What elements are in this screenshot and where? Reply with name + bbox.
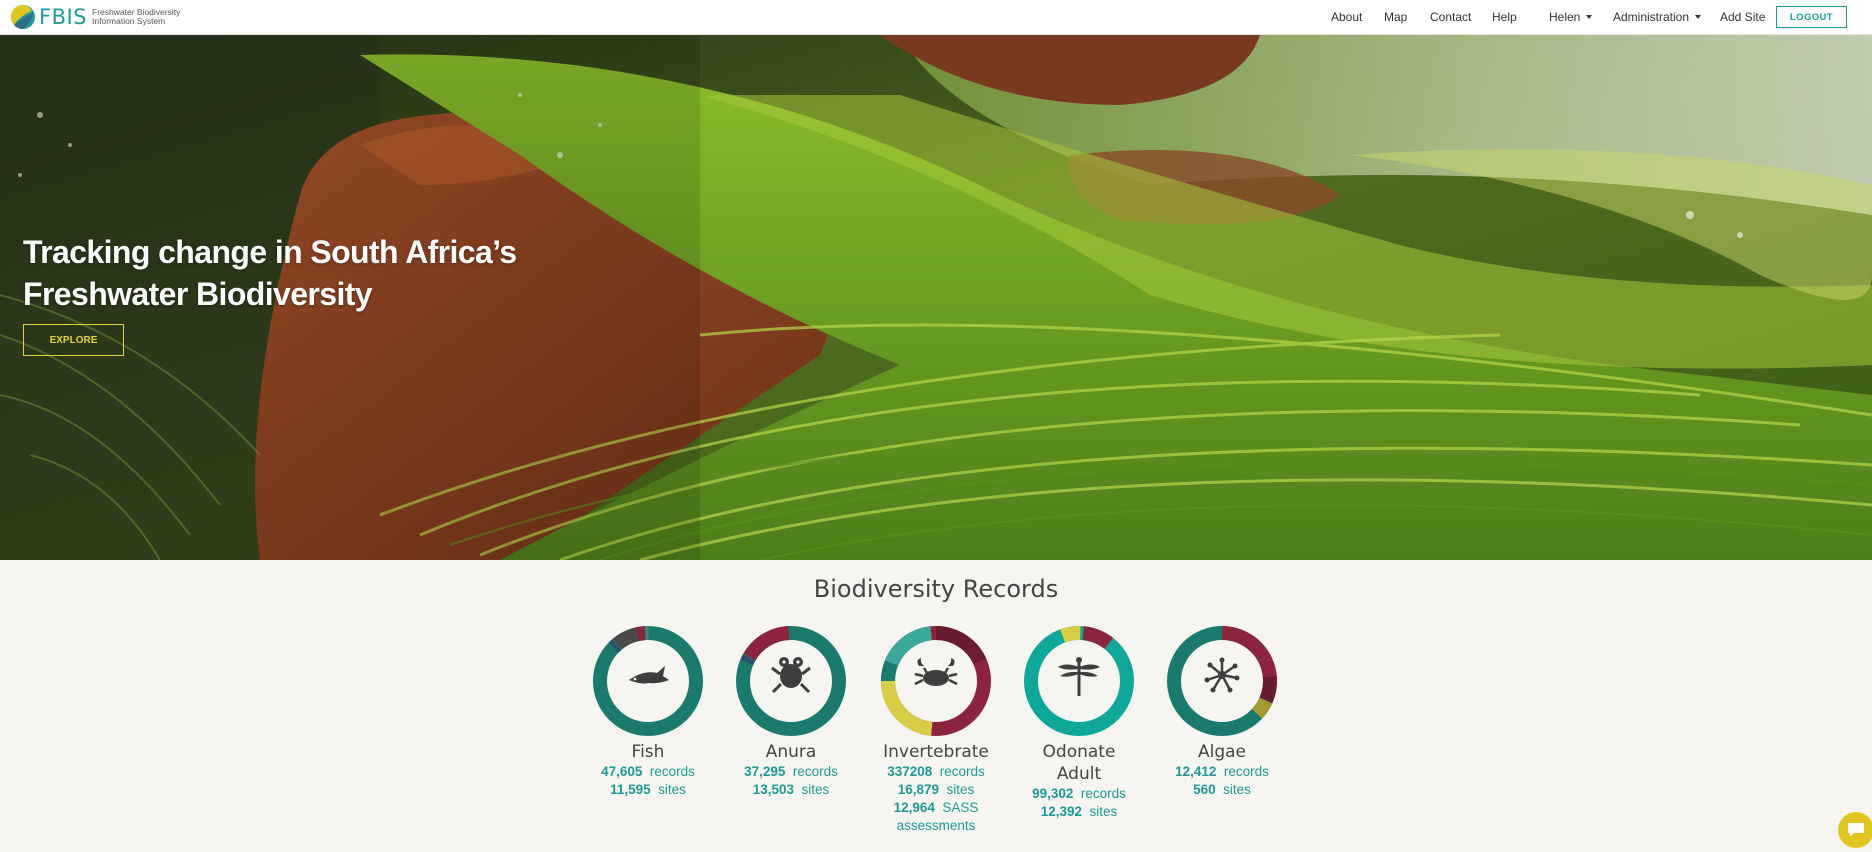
stat-card-name: Invertebrate: [883, 742, 989, 762]
nav-help[interactable]: Help: [1492, 10, 1517, 24]
records-count: 12,412: [1175, 764, 1217, 779]
records-label: records: [1223, 764, 1269, 779]
brand-acronym: FBIS: [39, 5, 88, 29]
records-count: 337208: [887, 764, 933, 779]
stat-card-fish[interactable]: Fish 47,605 records 11,595 sites: [583, 625, 713, 799]
sites-count: 13,503: [752, 782, 794, 797]
stat-card-odonate-adult[interactable]: Odonate Adult 99,302 records 12,392 site…: [1014, 625, 1144, 821]
fish-icon: [629, 666, 669, 684]
nav-about[interactable]: About: [1331, 10, 1362, 24]
records-label: records: [1080, 786, 1126, 801]
sites-label: sites: [1223, 782, 1251, 797]
sites-label: sites: [1089, 804, 1118, 819]
stat-card-name-line-2: Adult: [1056, 764, 1102, 784]
sites-label: sites: [658, 782, 686, 797]
nav-add-site[interactable]: Add Site: [1720, 10, 1765, 24]
records-label: records: [792, 764, 838, 779]
chat-widget-button[interactable]: [1838, 812, 1872, 848]
brand-full-name: Freshwater Biodiversity Information Syst…: [92, 8, 180, 26]
hero-title-line-1: Tracking change in South Africa’s: [23, 234, 517, 270]
records-count: 47,605: [601, 764, 643, 779]
stat-card-invertebrate[interactable]: Invertebrate 337208 records 16,879 sites…: [871, 625, 1001, 835]
hero-title: Tracking change in South Africa’s Freshw…: [23, 231, 543, 315]
hero-title-line-2: Freshwater Biodiversity: [23, 276, 373, 312]
sass-label: SASS: [942, 800, 979, 815]
nav-contact[interactable]: Contact: [1430, 10, 1471, 24]
records-stat: 99,302 records: [1014, 785, 1144, 803]
sites-stat: 13,503 sites: [726, 781, 856, 799]
records-stat: 37,295 records: [726, 763, 856, 781]
sites-stat: 11,595 sites: [583, 781, 713, 799]
sass-assessments-label: assessments: [896, 818, 976, 833]
stat-card-name: Odonate Adult: [1014, 741, 1144, 785]
sites-stat: 560 sites: [1157, 781, 1287, 799]
nav-administration-label: Administration: [1613, 10, 1690, 24]
sites-count: 11,595: [610, 782, 651, 797]
sites-count: 16,879: [897, 782, 939, 797]
records-count: 99,302: [1032, 786, 1074, 801]
stat-card-algae[interactable]: Algae 12,412 records 560 sites: [1157, 625, 1287, 799]
crab-icon: [914, 658, 958, 686]
nav-administration-menu[interactable]: Administration: [1613, 10, 1702, 24]
brand-logo[interactable]: FBIS Freshwater Biodiversity Information…: [10, 4, 180, 30]
records-label: records: [649, 764, 695, 779]
top-navbar: FBIS Freshwater Biodiversity Information…: [0, 0, 1872, 35]
stat-card-name: Anura: [765, 742, 817, 762]
biodiversity-records-title: Biodiversity Records: [813, 575, 1059, 603]
chevron-down-icon: [1586, 15, 1593, 19]
stat-card-name: Algae: [1197, 742, 1247, 762]
nav-user-menu[interactable]: Helen: [1549, 10, 1593, 24]
records-stat: 47,605 records: [583, 763, 713, 781]
stat-card-anura[interactable]: Anura 37,295 records 13,503 sites: [726, 625, 856, 799]
stat-card-name-line-1: Odonate: [1042, 742, 1116, 762]
nav-user-label: Helen: [1549, 10, 1581, 24]
brand-line-2: Information System: [92, 16, 166, 26]
records-count: 37,295: [744, 764, 786, 779]
algae-icon: [1204, 657, 1240, 693]
chevron-down-icon: [1695, 15, 1702, 19]
explore-button[interactable]: EXPLORE: [23, 324, 124, 356]
dragonfly-icon: [1058, 657, 1100, 696]
sites-label: sites: [946, 782, 975, 797]
stat-card-name: Fish: [631, 742, 665, 762]
fbis-logo-icon: [10, 4, 35, 30]
sites-stat: 12,392 sites: [1014, 803, 1144, 821]
nav-map[interactable]: Map: [1384, 10, 1407, 24]
records-stat: 337208 records: [871, 763, 1001, 781]
frog-icon: [771, 657, 811, 694]
records-stat: 12,412 records: [1157, 763, 1287, 781]
sites-label: sites: [801, 782, 830, 797]
sites-count: 12,392: [1040, 804, 1082, 819]
chat-bubble-icon: [1848, 823, 1864, 837]
logout-button[interactable]: LOGOUT: [1776, 6, 1847, 28]
sass-count: 12,964: [893, 800, 935, 815]
records-label: records: [939, 764, 985, 779]
hero-banner: Tracking change in South Africa’s Freshw…: [0, 35, 1872, 560]
sites-count: 560: [1193, 782, 1216, 797]
sass-stat: 12,964 SASS: [871, 799, 1001, 817]
sites-stat: 16,879 sites: [871, 781, 1001, 799]
